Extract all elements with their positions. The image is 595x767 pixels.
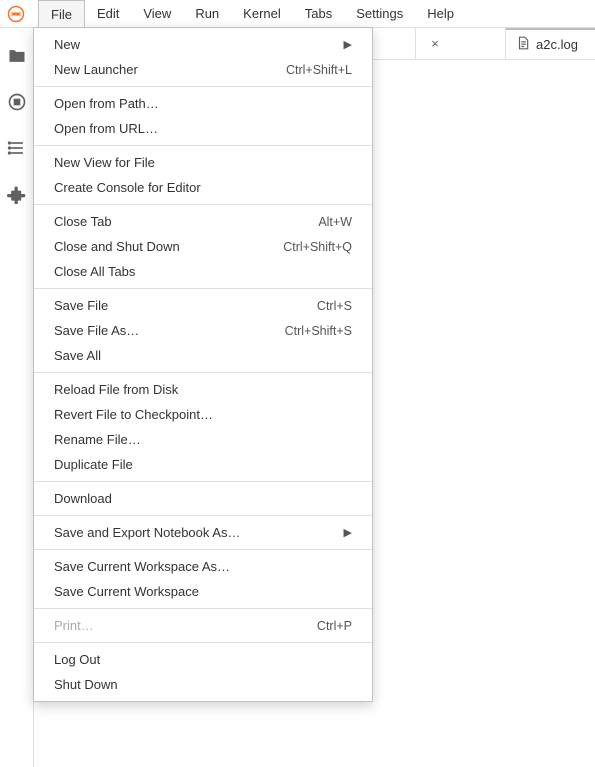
menubar: FileEditViewRunKernelTabsSettingsHelp [0,0,595,28]
menu-item-save-current-workspace-as[interactable]: Save Current Workspace As… [34,554,372,579]
shortcut-label: Ctrl+Shift+S [285,324,352,338]
text-file-icon [516,36,530,53]
close-icon[interactable]: × [426,35,444,53]
menu-item-new[interactable]: New▶ [34,32,372,57]
menu-kernel[interactable]: Kernel [231,0,293,27]
menu-item-download[interactable]: Download [34,486,372,511]
menu-item-save-all[interactable]: Save All [34,343,372,368]
menu-item-open-from-url[interactable]: Open from URL… [34,116,372,141]
shortcut-label: Ctrl+P [317,619,352,633]
menu-view[interactable]: View [131,0,183,27]
jupyter-logo-icon [6,4,26,24]
menu-item-duplicate-file[interactable]: Duplicate File [34,452,372,477]
menu-item-close-and-shut-down[interactable]: Close and Shut DownCtrl+Shift+Q [34,234,372,259]
menu-item-revert-file-to-checkpoint[interactable]: Revert File to Checkpoint… [34,402,372,427]
tab-active[interactable]: a2c.log [505,28,595,59]
file-menu-dropdown: New▶New LauncherCtrl+Shift+L Open from Pa… [33,27,373,702]
menu-run[interactable]: Run [183,0,231,27]
menu-item-shut-down[interactable]: Shut Down [34,672,372,697]
menu-item-save-and-export-notebook-as[interactable]: Save and Export Notebook As…▶ [34,520,372,545]
menu-help[interactable]: Help [415,0,466,27]
tab-label: a2c.log [536,37,578,52]
menu-item-new-view-for-file[interactable]: New View for File [34,150,372,175]
folder-icon[interactable] [7,46,27,66]
menu-item-print: Print…Ctrl+P [34,613,372,638]
menu-item-create-console-for-editor[interactable]: Create Console for Editor [34,175,372,200]
extensions-icon[interactable] [7,184,27,204]
shortcut-label: Alt+W [318,215,352,229]
shortcut-label: Ctrl+S [317,299,352,313]
menu-item-close-tab[interactable]: Close TabAlt+W [34,209,372,234]
shortcut-label: Ctrl+Shift+Q [283,240,352,254]
menu-item-rename-file[interactable]: Rename File… [34,427,372,452]
menu-tabs[interactable]: Tabs [293,0,344,27]
activity-bar [0,28,34,767]
menu-item-save-current-workspace[interactable]: Save Current Workspace [34,579,372,604]
toc-icon[interactable] [7,138,27,158]
menu-item-close-all-tabs[interactable]: Close All Tabs [34,259,372,284]
menu-item-log-out[interactable]: Log Out [34,647,372,672]
shortcut-label: Ctrl+Shift+L [286,63,352,77]
menu-file[interactable]: File [38,0,85,27]
menu-edit[interactable]: Edit [85,0,131,27]
menu-item-open-from-path[interactable]: Open from Path… [34,91,372,116]
menu-item-new-launcher[interactable]: New LauncherCtrl+Shift+L [34,57,372,82]
menu-settings[interactable]: Settings [344,0,415,27]
chevron-right-icon: ▶ [344,38,352,51]
menu-item-save-file[interactable]: Save FileCtrl+S [34,293,372,318]
menu-item-reload-file-from-disk[interactable]: Reload File from Disk [34,377,372,402]
tab-inactive[interactable]: × [415,28,505,59]
running-icon[interactable] [7,92,27,112]
menu-item-save-file-as[interactable]: Save File As…Ctrl+Shift+S [34,318,372,343]
chevron-right-icon: ▶ [344,526,352,539]
